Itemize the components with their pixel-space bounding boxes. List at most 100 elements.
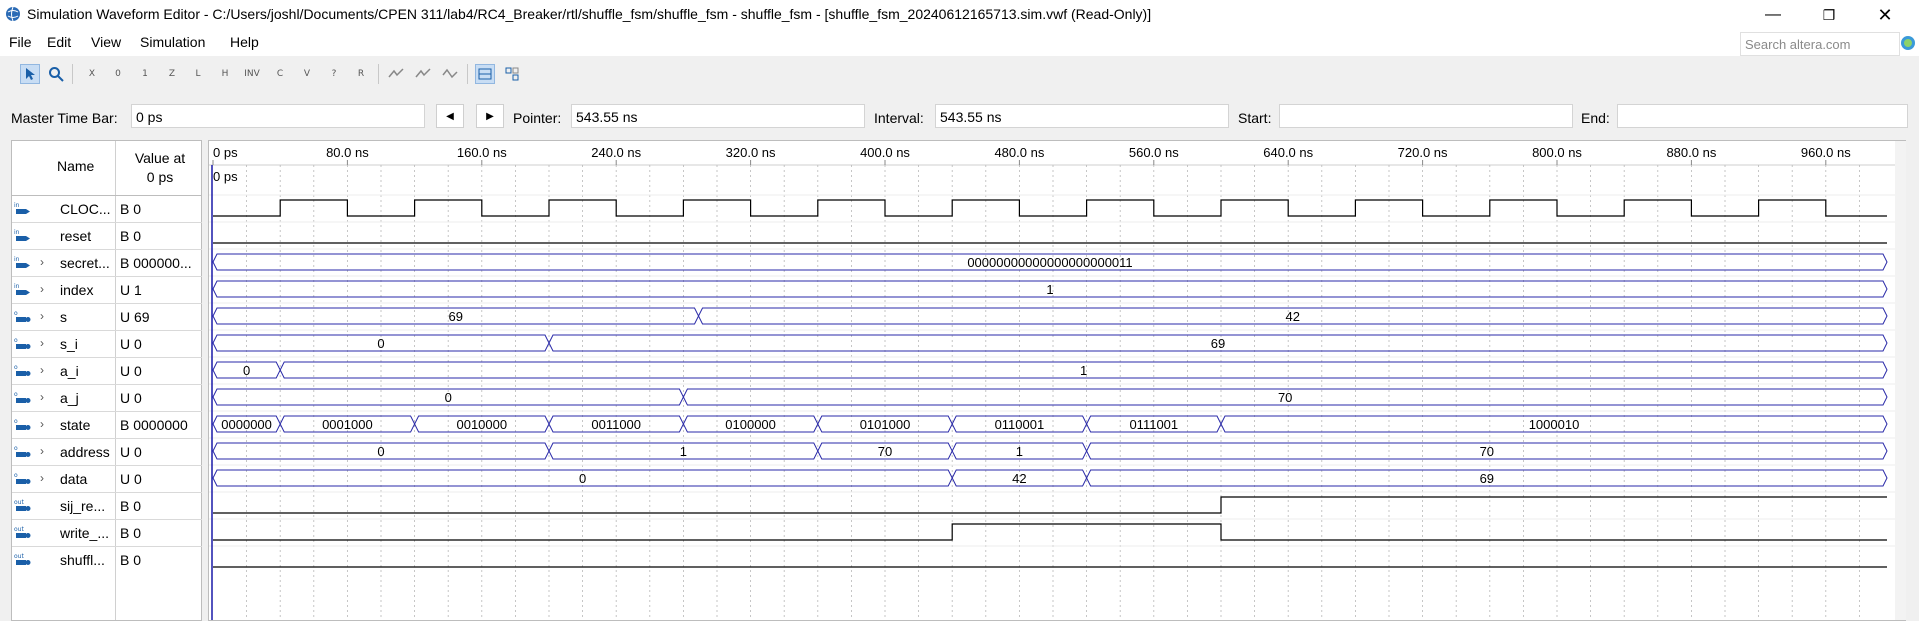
arbitrary-value-icon[interactable]: ?: [324, 64, 344, 84]
force-weak-low-icon[interactable]: L: [188, 64, 208, 84]
ruler-tick-label: 320.0 ns: [726, 145, 776, 160]
bus-value-label: 0: [243, 363, 250, 378]
expand-chevron-icon[interactable]: ›: [40, 363, 44, 377]
signal-name[interactable]: index: [60, 282, 93, 298]
start-field[interactable]: [1279, 104, 1573, 128]
signal-name[interactable]: CLOC...: [60, 201, 111, 217]
row-divider: [12, 330, 202, 331]
signal-name[interactable]: a_i: [60, 363, 79, 379]
svg-text:in: in: [14, 229, 20, 236]
bus-value-label: 0001000: [322, 417, 373, 432]
expand-chevron-icon[interactable]: ›: [40, 417, 44, 431]
expand-chevron-icon[interactable]: ›: [40, 309, 44, 323]
menu-edit[interactable]: Edit: [47, 34, 71, 50]
row-divider: [12, 357, 202, 358]
input-pin-icon: in: [14, 255, 32, 271]
globe-icon[interactable]: [1900, 35, 1916, 51]
column-separator[interactable]: [115, 141, 116, 620]
minimize-button[interactable]: —: [1750, 0, 1796, 30]
grid-view-icon[interactable]: [475, 64, 495, 84]
ruler-tick-label: 640.0 ns: [1263, 145, 1313, 160]
force-high-impedance-icon[interactable]: Z: [162, 64, 182, 84]
output-pin-icon: out: [14, 525, 32, 541]
signal-name[interactable]: a_j: [60, 390, 79, 406]
menu-help[interactable]: Help: [230, 34, 259, 50]
pointer-field[interactable]: 543.55 ns: [571, 104, 865, 128]
bus-value-label: 0011000: [591, 417, 641, 432]
expand-chevron-icon[interactable]: ›: [40, 444, 44, 458]
force-unknown-icon[interactable]: X: [82, 64, 102, 84]
menu-file[interactable]: File: [9, 34, 32, 50]
vertical-scrollbar[interactable]: [1895, 141, 1906, 620]
menu-simulation[interactable]: Simulation: [140, 34, 205, 50]
value-header-line2: 0 ps: [146, 169, 174, 185]
value-header-line1: Value at: [134, 150, 186, 166]
bus-value-label: 69: [449, 309, 463, 324]
clock-waveform: [213, 199, 1887, 217]
bus-value-label: 70: [1278, 390, 1292, 405]
output-pin-icon: out: [14, 552, 32, 568]
signal-name[interactable]: reset: [60, 228, 91, 244]
count-value-icon[interactable]: C: [270, 64, 290, 84]
name-column-header[interactable]: Name: [57, 158, 94, 174]
expand-chevron-icon[interactable]: ›: [40, 255, 44, 269]
expand-chevron-icon[interactable]: ›: [40, 390, 44, 404]
signal-name[interactable]: address: [60, 444, 110, 460]
signal-name[interactable]: s_i: [60, 336, 78, 352]
force-low-icon[interactable]: 0: [108, 64, 128, 84]
selection-tool-icon[interactable]: [20, 64, 40, 84]
zoom-tool-icon[interactable]: [46, 64, 66, 84]
force-high-icon[interactable]: 1: [135, 64, 155, 84]
interval-field[interactable]: 543.55 ns: [935, 104, 1229, 128]
row-divider: [12, 303, 202, 304]
signal-name[interactable]: write_...: [60, 525, 109, 541]
fit-view-icon[interactable]: [502, 64, 522, 84]
row-divider: [12, 384, 202, 385]
force-weak-high-icon[interactable]: H: [215, 64, 235, 84]
ruler-tick-label: 240.0 ns: [591, 145, 641, 160]
master-time-bar-field[interactable]: 0 ps: [131, 104, 425, 128]
snap-to-grid-icon[interactable]: [386, 64, 406, 84]
start-label: Start:: [1238, 110, 1272, 126]
bus-value-label: 0110001: [995, 417, 1045, 432]
ruler-tick-label: 960.0 ns: [1801, 145, 1851, 160]
row-divider: [12, 546, 202, 547]
waveform-canvas[interactable]: 0 ps 80.0 ns 160.0 ns 240.0 ns 320.0 ns 400.0…: [209, 141, 1895, 620]
input-pin-icon: in: [14, 228, 32, 244]
signal-value: B 0: [120, 525, 142, 541]
bus-value-label: 1: [1046, 282, 1053, 297]
close-button[interactable]: ✕: [1862, 0, 1908, 30]
maximize-button[interactable]: ❐: [1806, 0, 1852, 30]
row-divider: [12, 438, 202, 439]
expand-chevron-icon[interactable]: ›: [40, 336, 44, 350]
signal-name[interactable]: state: [60, 417, 90, 433]
overwrite-clock-icon[interactable]: [413, 64, 433, 84]
overwrite-random-icon[interactable]: [440, 64, 460, 84]
output-pin-icon: out: [14, 498, 32, 514]
row-divider: [12, 519, 202, 520]
signal-name[interactable]: data: [60, 471, 87, 487]
signal-name[interactable]: secret...: [60, 255, 110, 271]
bus-value-label: 00000000000000000000011: [967, 255, 1132, 270]
signal-value: U 0: [120, 444, 142, 460]
clock-icon[interactable]: V: [297, 64, 317, 84]
bus-value-label: 0101000: [860, 417, 911, 432]
previous-transition-button[interactable]: ◀: [436, 104, 464, 128]
output-pin-icon: o: [14, 363, 32, 379]
input-pin-icon: in: [14, 282, 32, 298]
end-field[interactable]: [1617, 104, 1908, 128]
menu-bar: [0, 30, 1919, 56]
app-globe-icon: [6, 6, 20, 22]
expand-chevron-icon[interactable]: ›: [40, 471, 44, 485]
signal-name[interactable]: s: [60, 309, 67, 325]
signal-name[interactable]: shuffl...: [60, 552, 105, 568]
next-transition-button[interactable]: ▶: [476, 104, 504, 128]
value-column-header[interactable]: Value at 0 ps: [120, 149, 200, 187]
ruler-tick-label: 880.0 ns: [1666, 145, 1716, 160]
expand-chevron-icon[interactable]: ›: [40, 282, 44, 296]
signal-name[interactable]: sij_re...: [60, 498, 105, 514]
random-value-icon[interactable]: R: [351, 64, 371, 84]
menu-view[interactable]: View: [91, 34, 121, 50]
invert-icon[interactable]: INV: [242, 64, 262, 84]
signal-value: B 0: [120, 552, 142, 568]
